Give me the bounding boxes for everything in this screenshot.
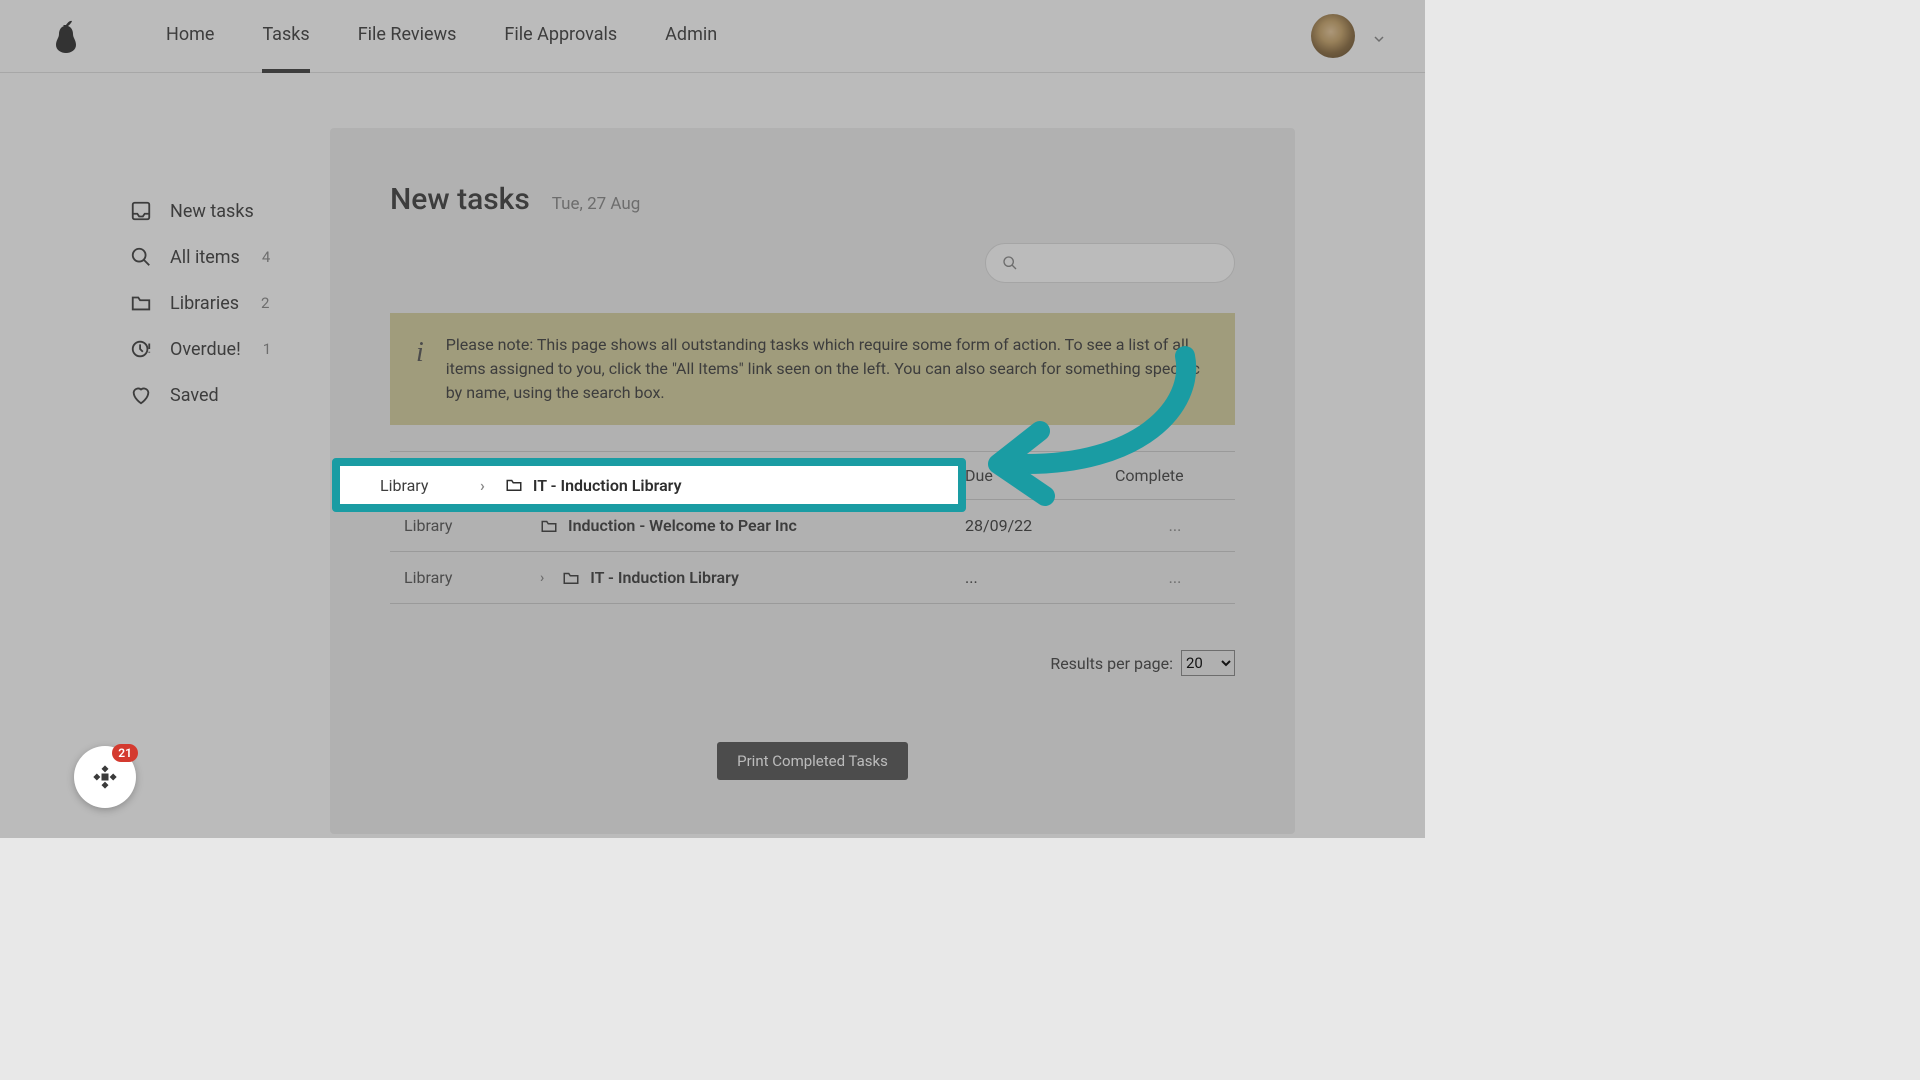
cell-name: Induction - Welcome to Pear Inc	[540, 516, 965, 535]
sidebar: New tasks All items 4 Libraries 2 Overdu…	[0, 128, 330, 834]
pager-select[interactable]: 20	[1181, 650, 1235, 676]
sidebar-item-all-items[interactable]: All items 4	[130, 234, 330, 280]
widget-badge-count: 21	[112, 744, 138, 762]
sidebar-item-count: 4	[262, 248, 270, 266]
sidebar-item-libraries[interactable]: Libraries 2	[130, 280, 330, 326]
nav-file-approvals[interactable]: File Approvals	[504, 24, 617, 73]
sidebar-item-label: Saved	[170, 385, 219, 406]
folder-icon	[505, 476, 523, 494]
annotation-arrow-icon	[970, 346, 1210, 516]
sidebar-item-label: Libraries	[170, 293, 239, 314]
top-nav: Home Tasks File Reviews File Approvals A…	[0, 0, 1425, 73]
chevron-right-icon: ›	[540, 570, 544, 586]
nav-home[interactable]: Home	[166, 24, 214, 73]
page-title: New tasks	[390, 182, 530, 217]
heart-icon	[130, 384, 152, 406]
cell-due: ...	[965, 568, 1115, 587]
sidebar-item-label: Overdue!	[170, 339, 241, 360]
table-row[interactable]: Library › IT - Induction Library ... ...	[390, 552, 1235, 604]
sidebar-item-label: All items	[170, 247, 240, 268]
cell-due: 28/09/22	[965, 516, 1115, 535]
nav-admin[interactable]: Admin	[665, 24, 717, 73]
pear-logo-icon	[54, 19, 78, 53]
page-date: Tue, 27 Aug	[552, 194, 641, 214]
cell-complete: ...	[1115, 516, 1235, 535]
nav-file-reviews[interactable]: File Reviews	[358, 24, 457, 73]
sidebar-item-label: New tasks	[170, 201, 254, 222]
search-icon	[1002, 255, 1018, 271]
search-input[interactable]	[985, 243, 1235, 283]
folder-icon	[540, 517, 558, 535]
pager: Results per page: 20	[390, 650, 1235, 676]
cell-complete: ...	[1115, 568, 1235, 587]
info-icon: i	[416, 337, 424, 369]
sidebar-item-saved[interactable]: Saved	[130, 372, 330, 418]
cell-category: Library	[390, 568, 540, 587]
print-completed-button[interactable]: Print Completed Tasks	[717, 742, 908, 780]
clock-alert-icon	[130, 338, 152, 360]
sidebar-item-overdue[interactable]: Overdue! 1	[130, 326, 330, 372]
chevron-down-icon[interactable]	[1373, 30, 1385, 42]
nav-tasks[interactable]: Tasks	[262, 24, 309, 73]
folder-icon	[130, 292, 152, 314]
cell-name: › IT - Induction Library	[540, 568, 965, 587]
help-widget-button[interactable]: 21	[74, 746, 136, 808]
folder-icon	[562, 569, 580, 587]
sidebar-item-count: 2	[261, 294, 269, 312]
sidebar-item-count: 1	[263, 340, 271, 358]
cell-category: Library	[390, 516, 540, 535]
pager-label: Results per page:	[1050, 654, 1173, 673]
search-icon	[130, 246, 152, 268]
annotation-highlight: Library › IT - Induction Library	[332, 458, 966, 512]
avatar[interactable]	[1311, 14, 1355, 58]
sidebar-item-new-tasks[interactable]: New tasks	[130, 188, 330, 234]
widget-icon	[91, 763, 119, 791]
inbox-icon	[130, 200, 152, 222]
